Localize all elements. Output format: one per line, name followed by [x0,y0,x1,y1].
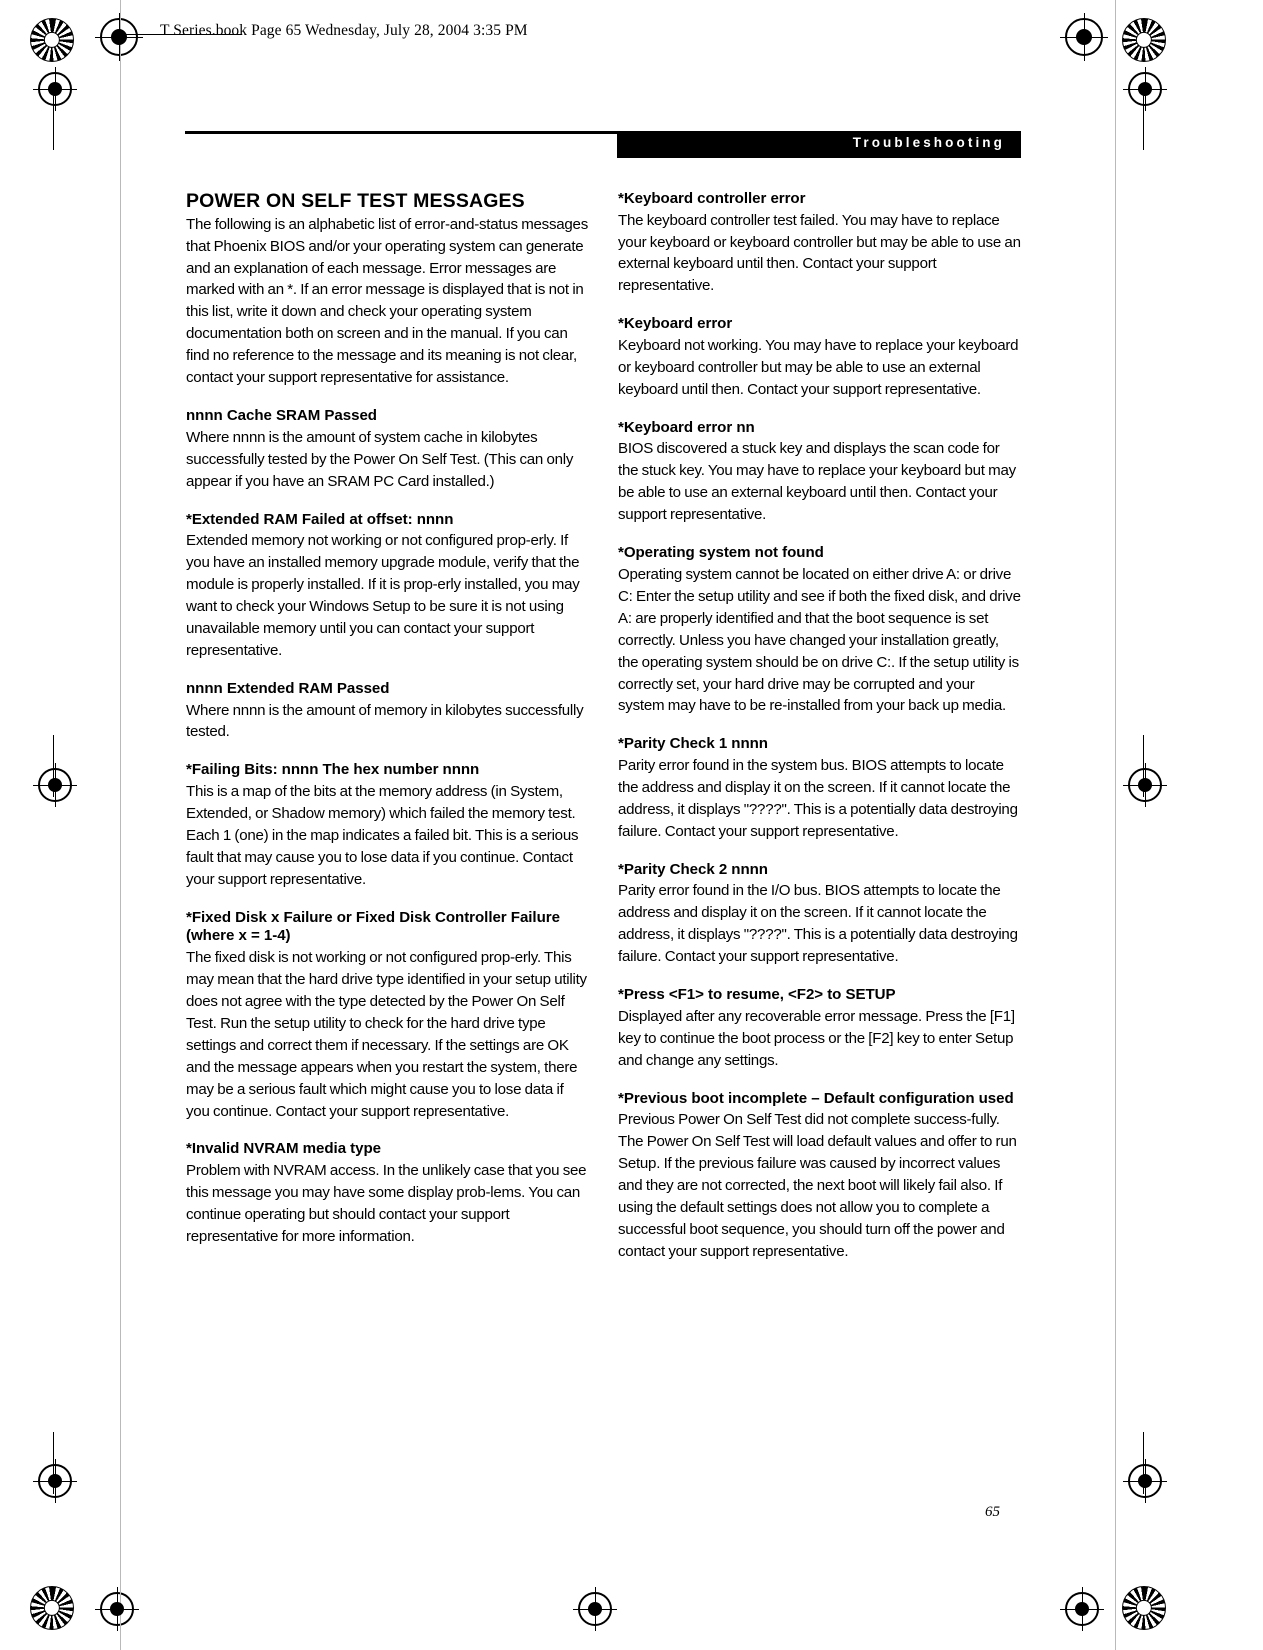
entry-text: Parity error found in the system bus. BI… [618,756,1018,840]
page-title: POWER ON SELF TEST MESSAGES [186,190,525,212]
entry-term: *Press <F1> to resume, <F2> to SETUP [618,986,896,1004]
entry-term: *Extended RAM Failed at offset: nnnn [186,510,454,528]
document-page: Troubleshooting POWER ON SELF TEST MESSA… [0,0,1263,1650]
entry-text: The fixed disk is not working or not con… [186,948,587,1120]
entry-text: Where nnnn is the amount of memory in ki… [186,701,584,741]
entry-text: Parity error found in the I/O bus. BIOS … [618,882,1018,966]
entry-term: *Keyboard error nn [618,418,755,436]
entry-press-f1-resume: *Press <F1> to resume, <F2> to SETUP Dis… [618,986,1022,1071]
entry-keyboard-controller-error: *Keyboard controller error The keyboard … [618,190,1022,297]
entry-extended-ram-passed: nnnn Extended RAM Passed Where nnnn is t… [186,680,590,743]
section-banner: Troubleshooting [617,131,1021,158]
entry-term: *Invalid NVRAM media type [186,1140,382,1158]
entry-term: *Failing Bits: nnnn The hex number nnnn [186,761,480,779]
column-left: POWER ON SELF TEST MESSAGES The followin… [186,190,590,1248]
intro-paragraph: The following is an alphabetic list of e… [186,215,588,387]
entry-operating-system-not-found: *Operating system not found Operating sy… [618,544,1022,717]
entry-keyboard-error: *Keyboard error Keyboard not working. Yo… [618,315,1022,400]
entry-text: Operating system cannot be located on ei… [618,565,1021,715]
entry-text: Previous Power On Self Test did not comp… [618,1111,1017,1260]
entry-term: *Fixed Disk x Failure or Fixed Disk Cont… [186,908,560,945]
entry-invalid-nvram-media-type: *Invalid NVRAM media type Problem with N… [186,1140,590,1247]
entry-text: Problem with NVRAM access. In the unlike… [186,1162,587,1245]
entry-text: Extended memory not working or not confi… [186,532,580,659]
entry-text: The keyboard controller test failed. You… [618,211,1021,295]
entry-text: Where nnnn is the amount of system cache… [186,428,574,490]
entry-previous-boot-incomplete: *Previous boot incomplete – Default conf… [618,1090,1022,1263]
entry-term: *Parity Check 1 nnnn [618,735,768,753]
entry-text: This is a map of the bits at the memory … [186,782,579,888]
entry-text: BIOS discovered a stuck key and displays… [618,440,1016,524]
header-rule [185,131,617,134]
entry-extended-ram-failed: *Extended RAM Failed at offset: nnnn Ext… [186,511,590,662]
entry-term: *Parity Check 2 nnnn [618,860,768,878]
entry-term: nnnn Cache SRAM Passed [186,407,377,425]
entry-text: Keyboard not working. You may have to re… [618,336,1019,398]
entry-term: *Previous boot incomplete – Default conf… [618,1089,1014,1107]
entry-cache-sram-passed: nnnn Cache SRAM Passed Where nnnn is the… [186,407,590,492]
entry-fixed-disk-failure: *Fixed Disk x Failure or Fixed Disk Cont… [186,909,590,1123]
entry-term: *Operating system not found [618,544,824,562]
entry-parity-check-1: *Parity Check 1 nnnn Parity error found … [618,735,1022,842]
entry-parity-check-2: *Parity Check 2 nnnn Parity error found … [618,861,1022,968]
entry-term: *Keyboard error [618,315,733,333]
entry-failing-bits: *Failing Bits: nnnn The hex number nnnn … [186,761,590,890]
entry-text: Displayed after any recoverable error me… [618,1007,1015,1069]
entry-term: *Keyboard controller error [618,190,806,207]
section-power-on-self-test: POWER ON SELF TEST MESSAGES The followin… [186,190,590,389]
entry-term: nnnn Extended RAM Passed [186,679,390,697]
page-number: 65 [985,1504,1000,1520]
column-right: *Keyboard controller error The keyboard … [618,190,1022,1263]
entry-keyboard-error-nn: *Keyboard error nn BIOS discovered a stu… [618,419,1022,526]
